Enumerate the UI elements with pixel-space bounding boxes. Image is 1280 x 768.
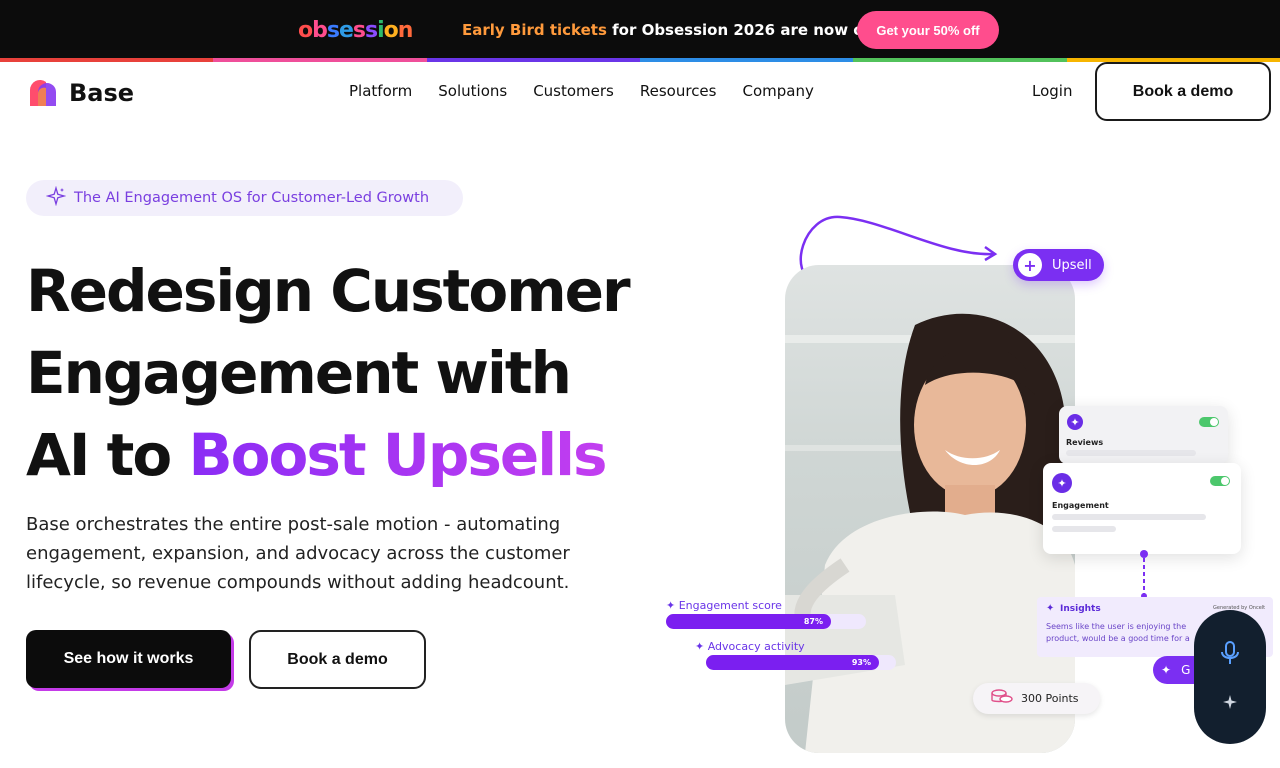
logo-letter: o (298, 17, 313, 43)
nav-customers[interactable]: Customers (533, 82, 614, 100)
placeholder-bar (1052, 526, 1116, 532)
nav-platform[interactable]: Platform (349, 82, 412, 100)
upsell-label: Upsell (1052, 257, 1092, 273)
connector-line (1140, 550, 1148, 599)
hero-subtext: Base orchestrates the entire post-sale m… (26, 514, 570, 593)
tagline-pill: The AI Engagement OS for Customer-Led Gr… (26, 180, 463, 216)
placeholder-bar (1066, 450, 1196, 456)
points-label: 300 Points (1021, 692, 1079, 705)
nav-resources[interactable]: Resources (640, 82, 717, 100)
announcement-bar: obsession Early Bird tickets for Obsessi… (0, 0, 1280, 58)
primary-nav: Platform Solutions Customers Resources C… (349, 82, 840, 100)
announcement-highlight: Early Bird tickets (462, 21, 607, 39)
nav-book-demo-button[interactable]: Book a demo (1095, 62, 1271, 121)
headline-highlight: Boost Upsells (188, 421, 607, 489)
headline-line-2: Engagement with (26, 339, 572, 407)
upsell-chip[interactable]: + Upsell (1013, 249, 1104, 281)
advocacy-activity-label: ✦ Advocacy activity (695, 640, 805, 653)
logo-letter: n (397, 17, 414, 43)
engagement-score-value: 87% (803, 617, 823, 626)
announcement-message: Early Bird tickets for Obsession 2026 ar… (462, 21, 901, 39)
plus-icon: + (1018, 253, 1042, 277)
sparkle-icon: ✦ (1067, 414, 1083, 430)
insights-title: Insights (1060, 604, 1101, 614)
advocacy-activity-bar: 93% (706, 655, 879, 670)
engagement-score-label: ✦ Engagement score (666, 599, 782, 612)
placeholder-bar (1052, 514, 1206, 520)
engagement-label: Engagement (1052, 501, 1109, 510)
headline-line-1: Redesign Customer (26, 257, 631, 325)
logo-letter: b (312, 17, 328, 43)
login-link[interactable]: Login (1032, 82, 1072, 100)
sparkle-icon: ✦ (1052, 473, 1072, 493)
discount-button[interactable]: Get your 50% off (857, 11, 999, 49)
customer-photo (785, 265, 1075, 753)
top-navbar: Base Platform Solutions Customers Resour… (0, 62, 1280, 122)
advocacy-activity-text: Advocacy activity (707, 640, 805, 653)
engagement-toggle[interactable] (1210, 476, 1230, 486)
sparkle-icon: ✦ (1046, 603, 1055, 614)
nav-company[interactable]: Company (742, 82, 813, 100)
coins-icon (991, 688, 1013, 710)
engagement-score-text: Engagement score (678, 599, 782, 612)
tagline-text: The AI Engagement OS for Customer-Led Gr… (74, 190, 430, 206)
obsession-logo[interactable]: obsession (298, 16, 414, 44)
hero-headline: Redesign Customer Engagement with AI to … (26, 250, 666, 496)
logo-letter: o (383, 17, 399, 43)
voice-assistant-widget (1194, 610, 1266, 744)
reviews-toggle[interactable] (1199, 417, 1219, 427)
headline-line-3: AI to (26, 421, 189, 489)
sparkle-icon: ✦ (1161, 663, 1172, 677)
insights-body: Seems like the user is enjoying the prod… (1046, 622, 1190, 647)
logo-letter: s (326, 17, 340, 43)
engagement-score-bar: 87% (666, 614, 831, 629)
brand-name: Base (69, 79, 135, 107)
see-how-it-works-button[interactable]: See how it works (26, 630, 231, 688)
microphone-icon[interactable] (1219, 640, 1241, 670)
brand-logo[interactable]: Base (26, 76, 134, 110)
logo-letter: s (365, 17, 378, 43)
logo-letter: e (338, 17, 354, 43)
points-badge: 300 Points (973, 683, 1100, 714)
engagement-card: ✦ Engagement (1043, 463, 1241, 554)
sparkle-icon (45, 185, 67, 210)
base-logo-icon (26, 76, 60, 110)
advocacy-activity-value: 93% (851, 658, 871, 667)
logo-letter: s (352, 17, 366, 43)
reviews-label: Reviews (1066, 438, 1104, 447)
hero-book-demo-button[interactable]: Book a demo (249, 630, 426, 689)
reviews-card: ✦ Reviews (1059, 406, 1228, 464)
sparkle-icon[interactable] (1222, 694, 1238, 714)
nav-solutions[interactable]: Solutions (438, 82, 507, 100)
generate-label: G (1181, 663, 1191, 677)
